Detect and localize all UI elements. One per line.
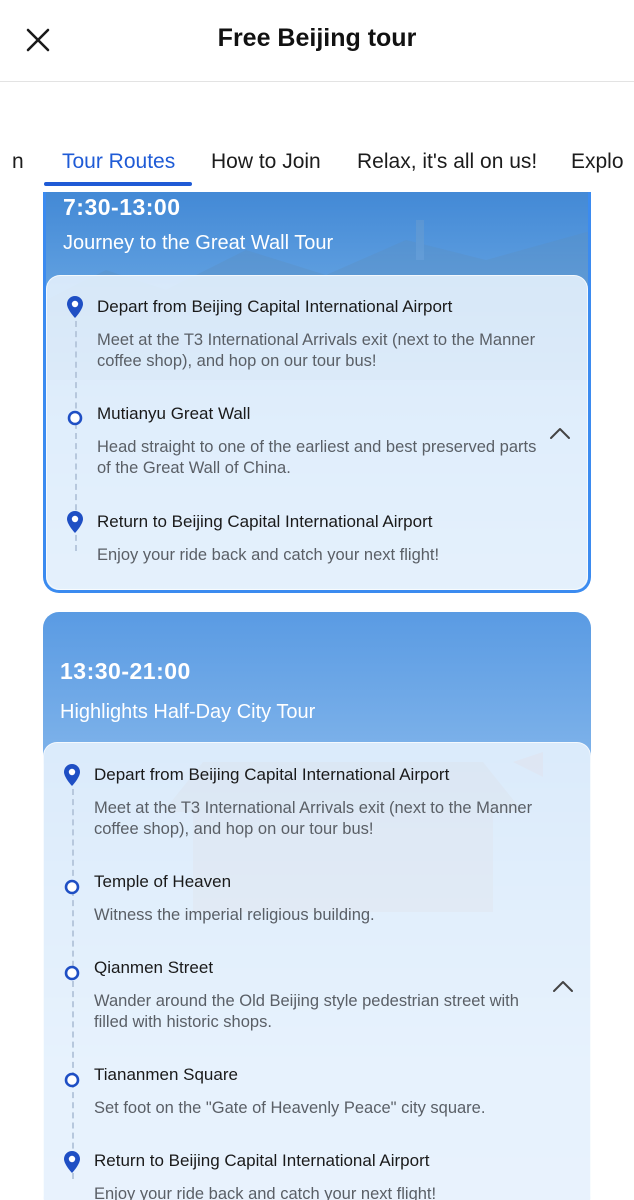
- stop-name: Mutianyu Great Wall: [97, 404, 251, 423]
- stop-description: Enjoy your ride back and catch your next…: [97, 546, 440, 564]
- stop-description: Head straight to one of the earliest and…: [97, 438, 537, 477]
- chevron-up-icon: [550, 428, 570, 439]
- stop-name: Tiananmen Square: [94, 1065, 238, 1084]
- location-pin-icon: [64, 511, 86, 533]
- top-bar: Free Beijing tour: [0, 0, 634, 82]
- collapse-button[interactable]: [547, 420, 573, 446]
- active-tab-indicator: [44, 182, 192, 186]
- stop-description: Set foot on the "Gate of Heavenly Peace"…: [94, 1099, 486, 1117]
- stop-description: Meet at the T3 International Arrivals ex…: [97, 331, 536, 370]
- tab-how-to-join[interactable]: How to Join: [211, 150, 321, 174]
- stop-name: Return to Beijing Capital International …: [97, 512, 433, 531]
- tab-partial-left[interactable]: n: [12, 150, 24, 174]
- route-card-great-wall: 7:30-13:00 Journey to the Great Wall Tou…: [43, 180, 591, 593]
- stop-description: Meet at the T3 International Arrivals ex…: [94, 799, 533, 838]
- tab-relax[interactable]: Relax, it's all on us!: [357, 150, 537, 174]
- itinerary-panel: Depart from Beijing Capital Internationa…: [46, 275, 588, 590]
- tab-explore[interactable]: Explo: [571, 150, 624, 174]
- location-pin-icon: [61, 764, 83, 786]
- timeline-line: [72, 789, 74, 1179]
- itinerary-panel: Depart from Beijing Capital Internationa…: [43, 742, 591, 1200]
- tab-bar: n Tour Routes How to Join Relax, it's al…: [0, 82, 634, 192]
- collapse-button[interactable]: [550, 973, 576, 999]
- stop-name: Return to Beijing Capital International …: [94, 1151, 430, 1170]
- stop-name: Temple of Heaven: [94, 872, 232, 891]
- stop-name: Qianmen Street: [94, 958, 214, 977]
- circle-dot-icon: [64, 407, 86, 429]
- route-time: 7:30-13:00: [63, 194, 181, 220]
- route-card-city-tour: 13:30-21:00 Highlights Half-Day City Tou…: [43, 612, 591, 1200]
- location-pin-icon: [61, 1151, 83, 1173]
- stop-name: Depart from Beijing Capital Internationa…: [94, 765, 450, 784]
- circle-dot-icon: [61, 876, 83, 898]
- stop-name: Depart from Beijing Capital Internationa…: [97, 297, 453, 316]
- stop-description: Witness the imperial religious building.: [94, 906, 375, 924]
- route-time: 13:30-21:00: [60, 658, 191, 684]
- route-title: Journey to the Great Wall Tour: [63, 232, 334, 254]
- stop-description: Wander around the Old Beijing style pede…: [94, 992, 519, 1031]
- stop-description: Enjoy your ride back and catch your next…: [94, 1185, 437, 1200]
- circle-dot-icon: [61, 962, 83, 984]
- circle-dot-icon: [61, 1069, 83, 1091]
- route-title: Highlights Half-Day City Tour: [60, 701, 316, 723]
- tab-tour-routes[interactable]: Tour Routes: [62, 150, 175, 174]
- location-pin-icon: [64, 296, 86, 318]
- page-title: Free Beijing tour: [217, 24, 417, 52]
- chevron-up-icon: [553, 981, 573, 992]
